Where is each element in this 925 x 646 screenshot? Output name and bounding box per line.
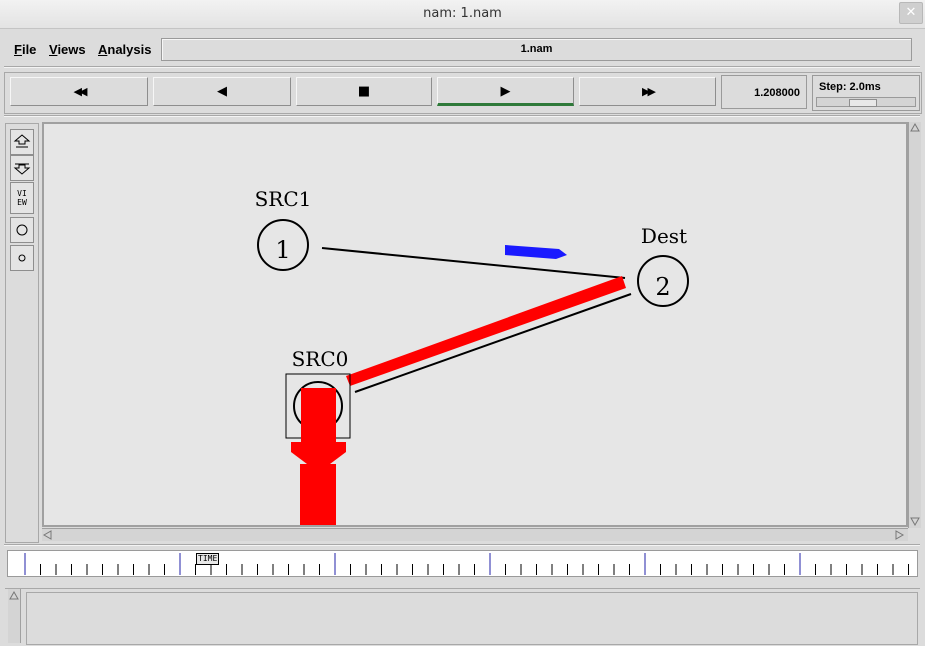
node-dest-id: 2 [655, 273, 670, 301]
trace-file-name: 1.nam [161, 38, 912, 61]
dropped-packet-stack [300, 464, 336, 525]
timeline-ticks [24, 553, 909, 575]
link-src0-dest [354, 293, 632, 393]
node-size-small-button[interactable] [10, 245, 34, 271]
close-icon: ✕ [905, 5, 917, 20]
time-marker[interactable]: TIME [196, 553, 220, 565]
window-title: nam: 1.nam [423, 6, 502, 21]
close-button[interactable]: ✕ [899, 2, 923, 24]
view-label: VIEW [17, 189, 27, 207]
step-slider-thumb[interactable] [849, 99, 877, 107]
scroll-up-icon [9, 590, 19, 600]
step-slider[interactable] [816, 97, 916, 107]
node-src1-id: 1 [275, 236, 290, 264]
zoom-out-icon [13, 163, 31, 175]
queued-packet-arrow [291, 442, 346, 467]
step-control: Step: 2.0ms [812, 75, 920, 111]
stop-icon: ■ [357, 84, 371, 99]
fast-forward-button[interactable]: ▶▶ [579, 77, 716, 106]
menu-analysis[interactable]: Analysis [98, 42, 151, 57]
node-size-large-button[interactable] [10, 217, 34, 243]
zoom-in-button[interactable] [10, 129, 34, 155]
annotation-list[interactable] [26, 592, 918, 645]
circle-icon [16, 224, 28, 236]
menu-analysis-accel: A [98, 42, 108, 57]
network-view: 1 SRC1 2 Dest SRC0 [255, 187, 689, 525]
stop-button[interactable]: ■ [296, 77, 432, 106]
node-src1-label: SRC1 [255, 187, 312, 211]
time-marker-label: TIME [198, 554, 218, 563]
step-back-button[interactable]: ◀ [153, 77, 291, 106]
view-button[interactable]: VIEW [10, 182, 34, 214]
title-bar: nam: 1.nam ✕ [0, 0, 925, 29]
link-src1-dest [321, 247, 626, 279]
fast-forward-icon: ▶▶ [642, 85, 656, 98]
annotation-scrollbar[interactable] [8, 589, 21, 643]
node-src0-label: SRC0 [292, 347, 349, 371]
menu-views-rest: iews [57, 42, 86, 57]
step-label: Step: 2.0ms [819, 81, 881, 93]
rewind-icon: ◀◀ [73, 85, 88, 98]
menu-file[interactable]: File [14, 42, 36, 57]
separator [4, 66, 920, 68]
menu-analysis-rest: nalysis [107, 42, 152, 57]
step-back-icon: ◀ [217, 84, 227, 99]
play-icon: ▶ [500, 84, 511, 99]
zoom-in-icon [13, 134, 31, 148]
canvas-vertical-scrollbar[interactable] [908, 122, 921, 528]
separator [4, 544, 920, 546]
menu-views[interactable]: Views [49, 42, 86, 57]
current-time-display: 1.208000 [721, 75, 807, 109]
node-dest-label: Dest [641, 224, 687, 248]
scroll-arrows-icon [42, 530, 905, 540]
separator [4, 115, 920, 117]
view-toolbar: VIEW [5, 123, 39, 543]
small-circle-icon [18, 254, 26, 262]
annotation-panel [5, 588, 920, 645]
zoom-out-button[interactable] [10, 155, 34, 181]
packet-blue [505, 245, 567, 259]
play-button[interactable]: ▶ [437, 77, 574, 106]
time-slider[interactable]: TIME [7, 550, 918, 577]
menu-file-rest: ile [21, 42, 37, 57]
packet-stream-src0-dest [346, 276, 626, 386]
menu-file-accel: F [14, 42, 22, 57]
queued-packet [301, 388, 336, 442]
network-canvas[interactable]: 1 SRC1 2 Dest SRC0 [42, 122, 908, 527]
canvas-horizontal-scrollbar[interactable] [42, 528, 908, 541]
scroll-arrows-icon [910, 122, 920, 527]
rewind-button[interactable]: ◀◀ [10, 77, 148, 106]
